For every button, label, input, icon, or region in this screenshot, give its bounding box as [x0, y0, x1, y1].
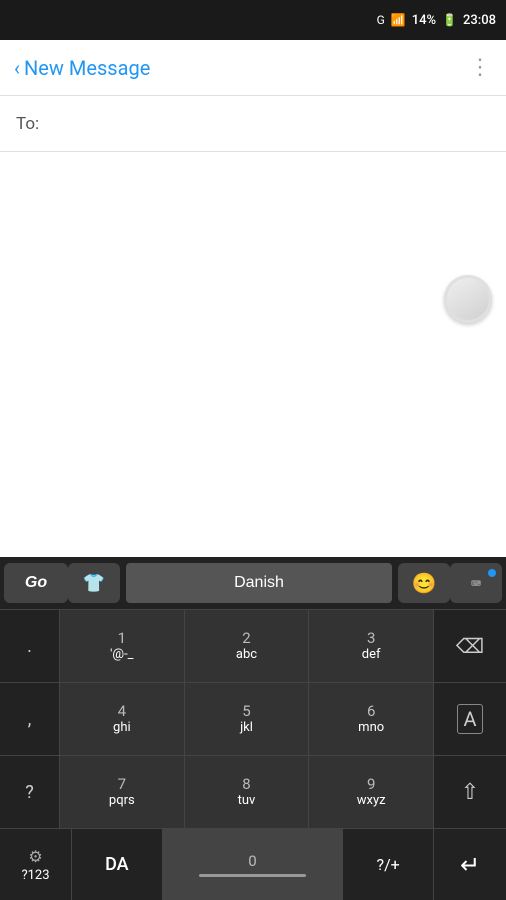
key-row-2: , 4 ghi 5 jkl 6 mno A [0, 682, 506, 755]
shift-button[interactable]: ⇧ [434, 756, 506, 828]
key-1[interactable]: 1 '@-_ [60, 610, 185, 682]
language-label: Danish [234, 574, 284, 592]
space-bar-visual [199, 874, 307, 877]
da-key[interactable]: DA [72, 829, 163, 900]
key-row-1: . 1 '@-_ 2 abc 3 def ⌫ [0, 609, 506, 682]
special-chars-key[interactable]: ?/+ [343, 829, 434, 900]
settings-button[interactable]: ⚙ ?123 [0, 829, 72, 900]
key-7[interactable]: 7 pqrs [60, 756, 185, 828]
to-label: To: [16, 114, 39, 134]
enter-icon: ↵ [460, 851, 480, 879]
clock: 23:08 [463, 13, 496, 28]
key-2[interactable]: 2 abc [185, 610, 310, 682]
header: ‹ New Message ⋮ [0, 40, 506, 96]
battery-percentage: 14% [412, 13, 436, 28]
space-number: 0 [248, 852, 256, 870]
settings-label: ?123 [21, 868, 49, 883]
delete-icon: ⌫ [456, 634, 484, 658]
to-field-row: To: [0, 96, 506, 152]
special-chars-label: ?/+ [377, 855, 400, 874]
go-label: Go [25, 574, 47, 592]
keyboard-area: Go 👕 Danish 😊 ⌨ . 1 '@-_ 2 [0, 557, 506, 900]
key-question[interactable]: ? [0, 756, 60, 828]
scroll-button[interactable] [444, 275, 492, 323]
font-icon: A [457, 704, 482, 734]
space-key[interactable]: 0 [163, 829, 344, 900]
key-9[interactable]: 9 wxyz [309, 756, 434, 828]
status-bar: G 📶 14% 🔋 23:08 [0, 0, 506, 40]
message-area [0, 152, 506, 445]
key-comma[interactable]: , [0, 683, 60, 755]
keyboard-bottom-row: ⚙ ?123 DA 0 ?/+ ↵ [0, 828, 506, 900]
signal-bars-icon: 📶 [391, 13, 406, 27]
da-label: DA [105, 854, 129, 875]
key-4[interactable]: 4 ghi [60, 683, 185, 755]
key-5[interactable]: 5 jkl [185, 683, 310, 755]
numeric-layout-button[interactable]: ⌨ [450, 563, 502, 603]
keyboard-toolbar: Go 👕 Danish 😊 ⌨ [0, 557, 506, 609]
back-button[interactable]: ‹ New Message [14, 56, 150, 80]
delete-button[interactable]: ⌫ [434, 610, 506, 682]
settings-icon: ⚙ [28, 847, 42, 866]
key-3[interactable]: 3 def [309, 610, 434, 682]
back-chevron-icon: ‹ [14, 58, 20, 78]
layout-icon: 👕 [83, 573, 105, 594]
more-options-button[interactable]: ⋮ [469, 55, 492, 80]
emoji-icon: 😊 [412, 571, 437, 596]
key-dot[interactable]: . [0, 610, 60, 682]
scroll-button-inner [447, 278, 489, 320]
keyboard-keys: . 1 '@-_ 2 abc 3 def ⌫ , 4 [0, 609, 506, 828]
network-type-icon: G [377, 13, 385, 27]
font-button[interactable]: A [434, 683, 506, 755]
go-button[interactable]: Go [4, 563, 68, 603]
active-indicator [488, 569, 496, 577]
emoji-button[interactable]: 😊 [398, 563, 450, 603]
language-button[interactable]: Danish [126, 563, 392, 603]
key-8[interactable]: 8 tuv [185, 756, 310, 828]
key-row-3: ? 7 pqrs 8 tuv 9 wxyz ⇧ [0, 755, 506, 828]
to-input[interactable] [47, 114, 490, 134]
shift-icon: ⇧ [461, 780, 479, 805]
enter-key[interactable]: ↵ [434, 829, 506, 900]
battery-icon: 🔋 [442, 13, 457, 27]
numeric-icon: ⌨ [471, 574, 481, 593]
page-title: New Message [24, 56, 150, 80]
layout-button[interactable]: 👕 [68, 563, 120, 603]
key-6[interactable]: 6 mno [309, 683, 434, 755]
